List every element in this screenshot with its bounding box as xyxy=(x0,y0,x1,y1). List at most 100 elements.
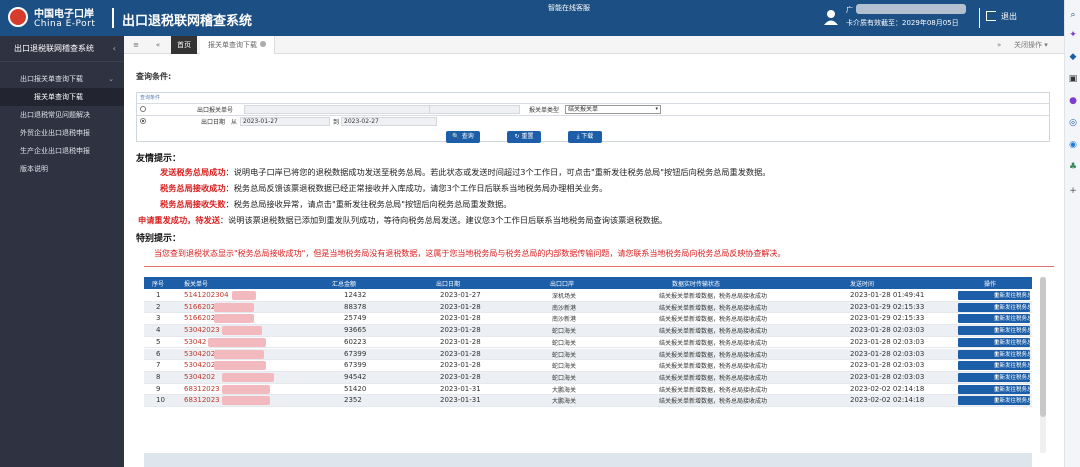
table-row: 9 68312023 51420 2023-01-31 大鹏海关 结关报关单新增数据，税务… xyxy=(144,384,1038,396)
cell-amount: 2352 xyxy=(344,396,362,405)
logout-button[interactable]: 退出 xyxy=(986,11,1017,22)
cell-amount: 25749 xyxy=(344,314,367,323)
redaction-mask xyxy=(222,372,274,382)
cell-amount: 93665 xyxy=(344,326,367,335)
resend-button[interactable]: ✈ 重新发往税务总局 xyxy=(958,361,1038,371)
tab-scroll-right-icon[interactable]: » xyxy=(997,36,1001,54)
query-button-label: 查询 xyxy=(461,133,474,140)
tab-declaration-query[interactable]: 报关单查询下载 xyxy=(200,36,275,54)
cell-port: 南沙新港 xyxy=(552,316,577,324)
tips-title: 友情提示： xyxy=(136,154,182,164)
online-service-link[interactable]: 智能在线客服 xyxy=(548,3,590,13)
cell-status: 结关报关单新增数据，税务总局接收成功 xyxy=(659,398,768,406)
cell-date: 2023-01-27 xyxy=(440,291,481,299)
resend-button[interactable]: ✈ 重新发往税务总局 xyxy=(958,337,1038,347)
logo-en-text: China E-Port xyxy=(34,19,96,29)
resend-button[interactable]: ✈ 重新发往税务总局 xyxy=(958,384,1038,394)
people-icon[interactable]: ● xyxy=(1068,96,1078,106)
cell-time: 2023-01-28 02:03:03 xyxy=(850,372,925,381)
sidebar-item-faq[interactable]: 出口退税常见问题解决 xyxy=(0,106,124,124)
eport-logo: 中国电子口岸 China E-Port xyxy=(8,5,128,31)
col-header: 数据实时传输状态 xyxy=(672,281,721,288)
cell-amount: 12432 xyxy=(344,291,367,299)
resend-button-label: 重新发往税务总局 xyxy=(994,398,1039,405)
cell-bill: 53042023 xyxy=(184,326,220,335)
briefcase-icon[interactable]: ▣ xyxy=(1068,74,1078,84)
app-title: 出口退税联网稽查系统 xyxy=(122,14,253,29)
cell-time: 2023-01-28 02:03:03 xyxy=(850,337,925,346)
reset-button-label: 重置 xyxy=(521,133,534,140)
sidebar-subitem-declaration-query[interactable]: 报关单查询下载 xyxy=(0,88,124,106)
tab-scroll-left-icon[interactable]: « xyxy=(152,36,164,54)
table-row: 5 53042 60223 2023-01-28 蛇口海关 结关报关单新增数据，税务总局接… xyxy=(144,337,1038,349)
tip-text: ：说明电子口岸已将您的退税数据成功发送至税务总局。若此状态或发送时间超过3个工作… xyxy=(225,167,771,177)
resend-button[interactable]: ✈ 重新发往税务总局 xyxy=(958,291,1038,300)
tip-key: 申请重发成功，待发送 xyxy=(138,215,220,225)
close-operations-button[interactable]: 关闭操作 ▾ xyxy=(1014,36,1048,54)
user-icon xyxy=(824,10,838,25)
bill-number-label: 出口报关单号 xyxy=(197,107,234,114)
redaction-mask xyxy=(232,291,256,300)
cell-bill: 5166202 xyxy=(184,314,216,323)
resend-button[interactable]: ✈ 重新发往税务总局 xyxy=(958,326,1038,336)
cell-amount: 94542 xyxy=(344,372,367,381)
radio-export-date[interactable] xyxy=(140,118,146,124)
radio-bill-number[interactable] xyxy=(140,106,146,112)
table-row: 3 5166202 25749 2023-01-28 南沙新港 结关报关单新增数据，税务总… xyxy=(144,313,1038,326)
circle-icon[interactable]: ◎ xyxy=(1068,118,1078,128)
resend-button[interactable]: ✈ 重新发往税务总局 xyxy=(958,349,1038,359)
emblem-icon xyxy=(8,7,28,27)
cell-date: 2023-01-31 xyxy=(440,384,481,393)
resend-button[interactable]: ✈ 重新发往税务总局 xyxy=(958,302,1038,312)
reset-button[interactable]: ↻ 重置 xyxy=(507,131,541,143)
query-section-label: 查询条件: xyxy=(136,72,172,81)
declaration-type-select[interactable]: 结关报关单 ▾ xyxy=(565,105,661,114)
resend-button[interactable]: ✈ 重新发往税务总局 xyxy=(958,372,1038,382)
col-header: 发送时间 xyxy=(850,281,875,288)
tip-receive-fail: 税务总局接收失败：税务总局接收异常，请点击"重新发往税务总局"按钮后向税务总局重… xyxy=(160,198,511,210)
tip-key: 税务总局接收失败 xyxy=(160,199,226,209)
outlook-icon[interactable]: ◉ xyxy=(1068,140,1078,150)
bill-number-input-extra[interactable] xyxy=(430,105,520,114)
cell-port: 南沙新港 xyxy=(552,304,577,312)
cell-no: 6 xyxy=(156,349,161,358)
sparkle-icon[interactable]: ✦ xyxy=(1068,30,1078,40)
date-from-input[interactable]: 2023-01-27 xyxy=(240,117,330,126)
download-button[interactable]: ⤓ 下载 xyxy=(568,131,602,143)
resend-button[interactable]: ✈ 重新发往税务总局 xyxy=(958,396,1038,406)
plus-icon[interactable]: + xyxy=(1068,186,1078,196)
cell-status: 结关报关单新增数据，税务总局接收成功 xyxy=(659,339,768,347)
close-tab-icon[interactable] xyxy=(260,41,266,47)
tip-text: ：税务总局接收异常，请点击"重新发往税务总局"按钮后向税务总局重发数据。 xyxy=(225,199,512,209)
tag-icon[interactable]: ◆ xyxy=(1068,52,1078,62)
tab-home[interactable]: 首页 xyxy=(171,36,197,54)
logo-cn-text: 中国电子口岸 xyxy=(34,9,94,20)
scrollbar-thumb[interactable] xyxy=(1040,277,1046,417)
redaction-mask xyxy=(222,326,262,336)
sidebar-item-production[interactable]: 生产企业出口退税申报 xyxy=(0,142,124,160)
sidebar-item-label: 出口报关单查询下载 xyxy=(20,75,83,83)
sidebar-item-foreign-trade[interactable]: 外贸企业出口退税申报 xyxy=(0,124,124,142)
table-row: 10 68312023 2352 2023-01-31 大鹏海关 结关报关单新增数据，税务… xyxy=(144,395,1038,407)
col-header: 出口日期 xyxy=(436,281,461,288)
sidebar-item-version[interactable]: 版本说明 xyxy=(0,160,124,178)
sidebar-title[interactable]: 出口退税联网稽查系统 ‹ xyxy=(0,36,124,62)
tab-label: 报关单查询下载 xyxy=(208,41,257,49)
table-footer xyxy=(144,453,1032,467)
cell-time: 2023-01-28 02:03:03 xyxy=(850,326,925,335)
cell-port: 蛇口海关 xyxy=(552,374,577,382)
sidebar-item-declaration-download[interactable]: 出口报关单查询下载 ⌄ xyxy=(0,70,124,88)
resend-button-label: 重新发往税务总局 xyxy=(994,386,1039,393)
menu-icon[interactable]: ≡ xyxy=(130,36,142,54)
date-to-input[interactable]: 2023-02-27 xyxy=(341,117,437,126)
tree-icon[interactable]: ♣ xyxy=(1068,162,1078,172)
redaction-mask xyxy=(208,337,266,347)
query-button[interactable]: 🔍 查询 xyxy=(446,131,480,143)
table-row: 2 5166202 88378 2023-01-28 南沙新港 结关报关单新增数据，税务总… xyxy=(144,301,1038,314)
table-scrollbar[interactable] xyxy=(1040,277,1046,453)
cell-no: 10 xyxy=(156,396,165,405)
bill-number-input[interactable] xyxy=(244,105,430,114)
search-icon[interactable]: ⌕ xyxy=(1068,10,1078,20)
collapse-icon[interactable]: ‹ xyxy=(113,36,116,62)
resend-button[interactable]: ✈ 重新发往税务总局 xyxy=(958,314,1038,324)
